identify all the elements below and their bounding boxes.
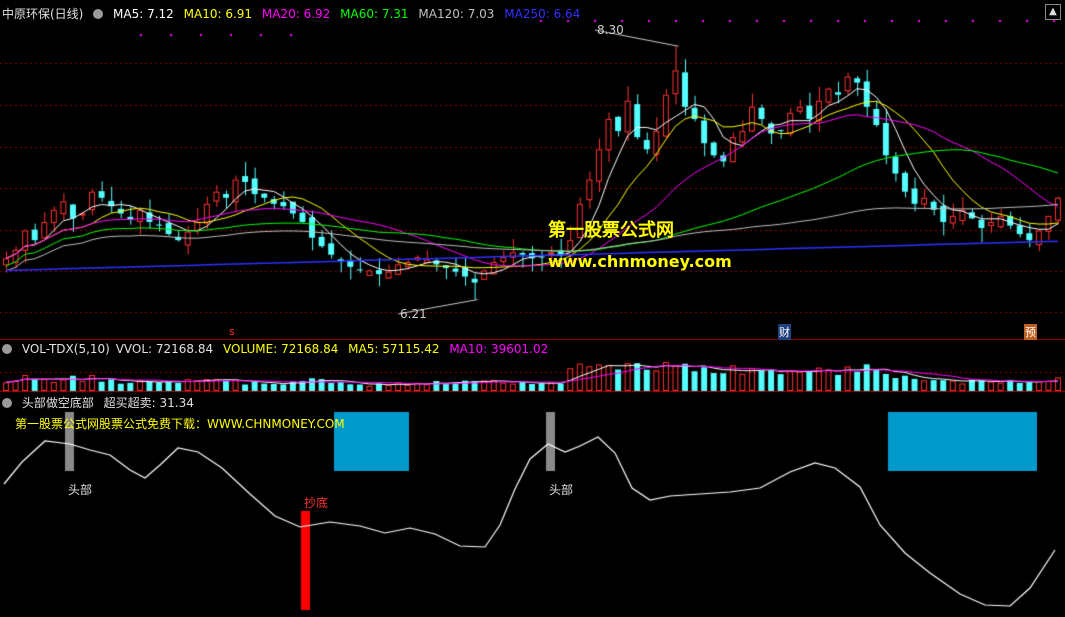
watermark-url: www.chnmoney.com <box>548 252 732 271</box>
low-price-label: 6.21 <box>400 307 427 321</box>
watermark-cn: 第一股票公式网 <box>548 220 674 241</box>
event-marker-s[interactable]: s <box>229 325 235 338</box>
indicator-panel-menu-button[interactable] <box>2 398 12 408</box>
kline-chart-canvas[interactable] <box>0 0 1065 617</box>
vol-header: VOL-TDX(5,10) VVOL: 72168.84 VOLUME: 721… <box>2 342 554 356</box>
head-label-2: 头部 <box>549 483 574 497</box>
indicator-value: 超买超卖: 31.34 <box>103 396 194 410</box>
bottom-signal-label: 抄底 <box>304 496 329 510</box>
vol-ma10: MA10: 39601.02 <box>449 342 549 356</box>
stock-title: 中原环保(日线) <box>2 7 84 21</box>
ma250-value: MA250: 6.64 <box>504 7 581 21</box>
vol-vvol: VVOL: 72168.84 <box>115 342 214 356</box>
ma5-value: MA5: 7.12 <box>113 7 174 21</box>
event-marker-cai[interactable]: 财 <box>778 324 791 340</box>
high-price-label: 8.30 <box>597 23 624 37</box>
indicator-title: 头部做空底部 <box>21 396 94 410</box>
head-label-1: 头部 <box>68 483 93 497</box>
vol-title: VOL-TDX(5,10) <box>21 342 110 356</box>
indicator-promo-text: 第一股票公式网股票公式免费下载：WWW.CHNMONEY.COM <box>15 417 345 431</box>
ma60-value: MA60: 7.31 <box>340 7 409 21</box>
vol-menu-button[interactable] <box>2 344 12 354</box>
indicator-header: 头部做空底部 超买超卖: 31.34 <box>2 394 200 410</box>
main-header: 中原环保(日线) MA5: 7.12 MA10: 6.91 MA20: 6.92… <box>2 5 586 21</box>
ma120-value: MA120: 7.03 <box>418 7 495 21</box>
vol-ma5: MA5: 57115.42 <box>348 342 440 356</box>
collapse-arrow-icon[interactable]: ▲ <box>1045 4 1061 20</box>
vol-volume: VOLUME: 72168.84 <box>222 342 339 356</box>
ma20-value: MA20: 6.92 <box>261 7 331 21</box>
indicator-menu-button[interactable] <box>93 9 104 19</box>
ma10-value: MA10: 6.91 <box>183 7 253 21</box>
event-marker-yu[interactable]: 预 <box>1024 324 1037 340</box>
